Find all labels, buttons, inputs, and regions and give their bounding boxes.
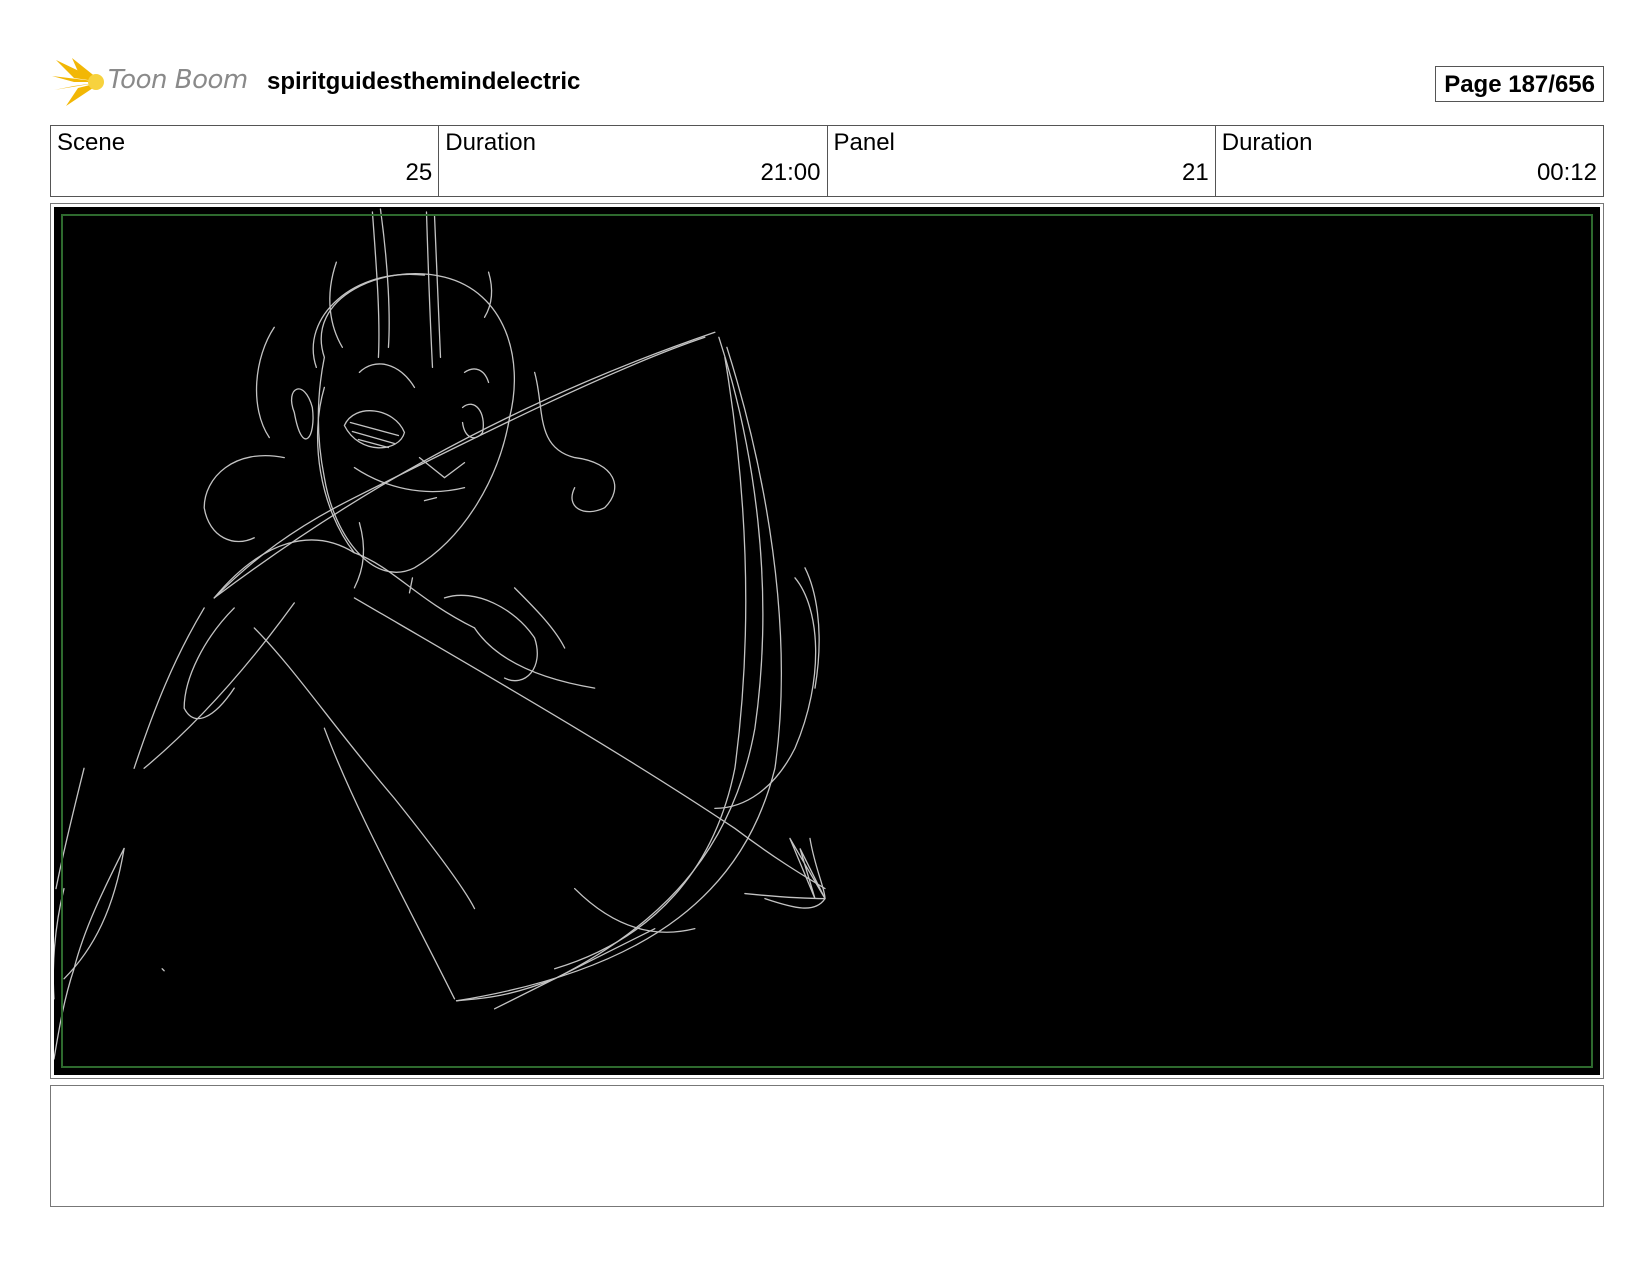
panel-duration-label: Duration bbox=[1221, 129, 1313, 156]
panel-drawing bbox=[54, 207, 1600, 1075]
scene-value: 25 bbox=[405, 159, 433, 186]
logo-wordmark: Toon Boom bbox=[108, 65, 248, 95]
burst-icon bbox=[52, 58, 104, 106]
panel-cell: Panel 21 bbox=[828, 126, 1216, 196]
panel-value: 21 bbox=[1182, 159, 1209, 186]
panel-duration-value: 00:12 bbox=[1536, 159, 1597, 186]
scene-duration-value: 21:00 bbox=[760, 159, 821, 186]
project-title: spiritguidesthemindelectric bbox=[267, 68, 581, 95]
scene-label: Scene bbox=[57, 129, 126, 156]
scene-info-table: Scene 25 Duration 21:00 Panel 21 Duratio… bbox=[50, 125, 1604, 197]
scene-duration-cell: Duration 21:00 bbox=[439, 126, 828, 196]
panel-label: Panel bbox=[833, 129, 895, 156]
panel-duration-cell: Duration 00:12 bbox=[1216, 126, 1603, 196]
safe-area-guide bbox=[61, 214, 1593, 1068]
scene-cell: Scene 25 bbox=[51, 126, 440, 196]
panel-notes-box bbox=[50, 1085, 1604, 1207]
page-number: Page 187/656 bbox=[1435, 66, 1604, 102]
toon-boom-logo: Toon Boom bbox=[52, 56, 252, 108]
storyboard-header: Toon Boom spiritguidesthemindelectric Pa… bbox=[52, 56, 1604, 108]
storyboard-panel bbox=[50, 203, 1604, 1079]
scene-duration-label: Duration bbox=[445, 129, 536, 156]
